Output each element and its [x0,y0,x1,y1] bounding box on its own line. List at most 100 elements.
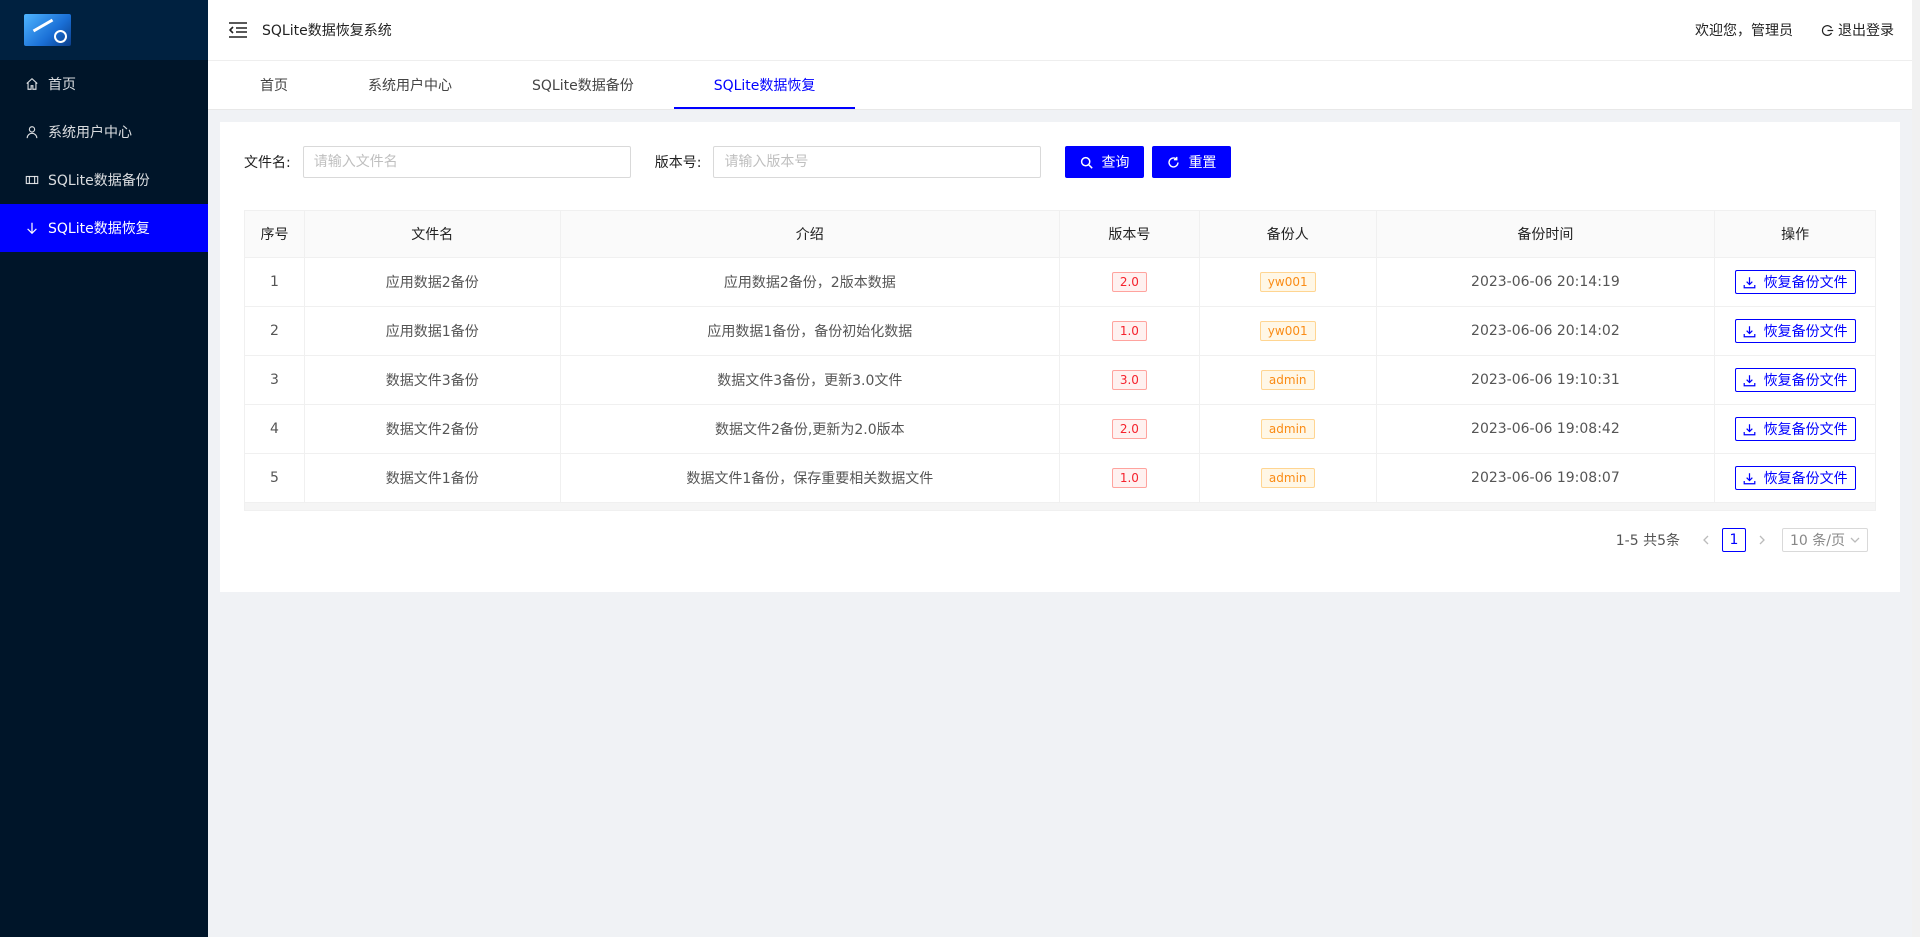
backup-icon [24,172,40,188]
cell-action: 恢复备份文件 [1715,405,1875,453]
cell-intro: 应用数据1备份，备份初始化数据 [561,307,1060,355]
cell-action: 恢复备份文件 [1715,356,1875,404]
app-title: SQLite数据恢复系统 [262,23,392,39]
cell-intro: 应用数据2备份，2版本数据 [561,258,1060,306]
arrow-down-icon [24,220,40,236]
prev-page-button[interactable] [1694,528,1718,552]
menu-fold-button[interactable] [226,18,250,42]
cell-version: 1.0 [1060,307,1200,355]
reset-button[interactable]: 重置 [1152,146,1232,178]
col-header: 备份时间 [1377,211,1716,257]
logout-icon [1821,24,1834,36]
cell-time: 2023-06-06 19:08:07 [1377,454,1716,502]
col-header: 文件名 [305,211,561,257]
search-icon [1081,156,1094,169]
col-header: 介绍 [561,211,1060,257]
content-card: 文件名: 版本号: 查询 重置 序号 文件名 介绍 版本号 备份人 备份时间 操… [220,122,1900,592]
cell-user: admin [1200,454,1377,502]
cell-intro: 数据文件3备份，更新3.0文件 [561,356,1060,404]
version-tag: 3.0 [1111,370,1147,390]
logout-button[interactable]: 退出登录 [1821,20,1894,40]
logo-area [0,0,208,60]
search-form: 文件名: 版本号: 查询 重置 [244,146,1239,178]
sidebar-item-home[interactable]: 首页 [0,60,208,108]
tab-users[interactable]: 系统用户中心 [328,61,492,109]
download-icon [1743,472,1755,484]
page-size-value: 10 条/页 [1790,533,1845,549]
filename-input[interactable] [302,146,631,178]
version-tag: 2.0 [1111,272,1147,292]
sidebar: 首页 系统用户中心 SQLite数据备份 SQLite数据恢复 [0,0,208,937]
pagination: 1-5 共5条 1 10 条/页 [1616,528,1868,552]
cell-version: 1.0 [1060,454,1200,502]
tab-restore[interactable]: SQLite数据恢复 [673,61,856,109]
cell-version: 2.0 [1060,405,1200,453]
table-header: 序号 文件名 介绍 版本号 备份人 备份时间 操作 [245,211,1875,258]
next-page-button[interactable] [1750,528,1774,552]
pagination-total: 1-5 共5条 [1615,533,1680,549]
table-row: 5 数据文件1备份 数据文件1备份，保存重要相关数据文件 1.0 admin 2… [245,454,1875,503]
restore-button[interactable]: 恢复备份文件 [1734,417,1856,441]
filename-label: 文件名: [244,155,291,171]
cell-user: yw001 [1200,258,1377,306]
cell-time: 2023-06-06 19:10:31 [1377,356,1716,404]
restore-button[interactable]: 恢复备份文件 [1734,270,1856,294]
col-header: 操作 [1781,227,1810,243]
cell-version: 2.0 [1060,258,1200,306]
sidebar-item-label: 系统用户中心 [48,125,132,141]
cell-intro: 数据文件1备份，保存重要相关数据文件 [561,454,1060,502]
query-button[interactable]: 查询 [1065,146,1145,178]
cell-filename: 应用数据2备份 [305,258,561,306]
sidebar-item-users[interactable]: 系统用户中心 [0,108,208,156]
download-icon [1743,423,1755,435]
cell-user: admin [1200,405,1377,453]
sidebar-item-backup[interactable]: SQLite数据备份 [0,156,208,204]
cell-filename: 应用数据1备份 [305,307,561,355]
col-header: 版本号 [1060,211,1200,257]
cell-time: 2023-06-06 19:08:42 [1377,405,1716,453]
cell-action: 恢复备份文件 [1715,258,1875,306]
table-row: 1 应用数据2备份 应用数据2备份，2版本数据 2.0 yw001 2023-0… [245,258,1875,307]
chevron-left-icon [1703,535,1709,545]
page-scrollbar[interactable] [1912,0,1920,937]
sidebar-item-label: SQLite数据恢复 [48,221,150,237]
user-tag: admin [1260,370,1315,390]
download-icon [1743,276,1755,288]
table-row: 4 数据文件2备份 数据文件2备份,更新为2.0版本 2.0 admin 202… [245,405,1875,454]
page-size-select[interactable]: 10 条/页 [1782,528,1868,552]
user-tag: admin [1260,468,1315,488]
home-icon [24,76,40,92]
user-icon [24,124,40,140]
logout-label: 退出登录 [1838,23,1894,39]
cell-user: admin [1200,356,1377,404]
cell-no: 4 [245,405,305,453]
sidebar-item-restore[interactable]: SQLite数据恢复 [0,204,208,252]
reload-icon [1168,156,1180,168]
cell-filename: 数据文件1备份 [305,454,561,502]
restore-label: 恢复备份文件 [1763,471,1848,487]
user-tag: admin [1260,419,1315,439]
version-label: 版本号: [654,155,702,171]
welcome-text: 欢迎您，管理员 [1695,23,1793,39]
reset-label: 重置 [1188,155,1217,171]
restore-label: 恢复备份文件 [1763,422,1848,438]
tab-backup[interactable]: SQLite数据备份 [492,61,674,109]
table-row: 2 应用数据1备份 应用数据1备份，备份初始化数据 1.0 yw001 2023… [245,307,1875,356]
sidebar-menu: 首页 系统用户中心 SQLite数据备份 SQLite数据恢复 [0,60,208,252]
tab-home[interactable]: 首页 [220,61,328,109]
cell-time: 2023-06-06 20:14:19 [1377,258,1716,306]
version-input[interactable] [713,146,1042,178]
page-number-button[interactable]: 1 [1722,528,1746,552]
table-horizontal-scrollbar[interactable] [245,503,1875,511]
cell-intro: 数据文件2备份,更新为2.0版本 [561,405,1060,453]
col-header: 序号 [245,211,305,257]
restore-button[interactable]: 恢复备份文件 [1734,319,1856,343]
backup-table: 序号 文件名 介绍 版本号 备份人 备份时间 操作 1 应用数据2备份 应用数据… [244,210,1876,511]
restore-button[interactable]: 恢复备份文件 [1734,466,1856,490]
chevron-right-icon [1759,535,1765,545]
cell-time: 2023-06-06 20:14:02 [1377,307,1716,355]
cell-no: 2 [245,307,305,355]
sidebar-item-label: 首页 [48,77,76,93]
cell-no: 3 [245,356,305,404]
restore-button[interactable]: 恢复备份文件 [1734,368,1856,392]
